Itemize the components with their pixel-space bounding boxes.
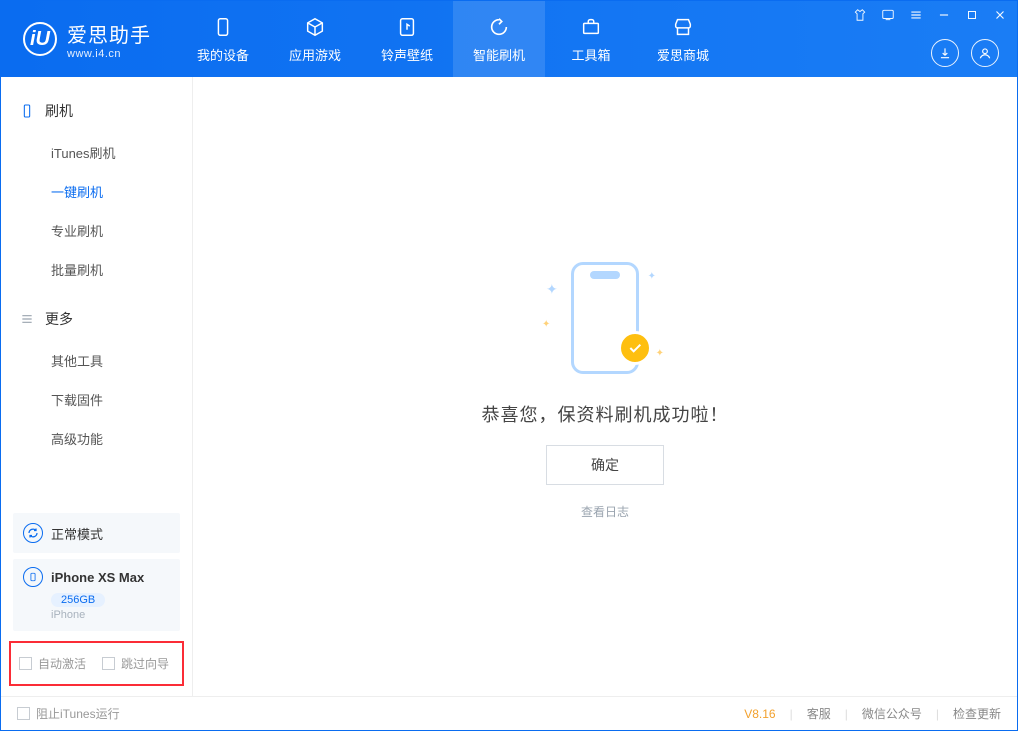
highlighted-options-area: 自动激活 跳过向导 <box>9 641 184 686</box>
checkbox-icon <box>19 657 32 670</box>
device-info-box[interactable]: iPhone XS Max 256GB iPhone <box>13 559 180 631</box>
checkbox-label: 阻止iTunes运行 <box>36 705 120 722</box>
checkbox-icon <box>17 707 30 720</box>
divider: | <box>936 707 939 721</box>
divider: | <box>790 707 793 721</box>
footer: 阻止iTunes运行 V8.16 | 客服 | 微信公众号 | 检查更新 <box>1 696 1017 730</box>
phone-icon <box>211 15 235 39</box>
close-icon[interactable] <box>991 6 1009 24</box>
version-label: V8.16 <box>744 707 775 721</box>
nav-label: 应用游戏 <box>289 45 341 64</box>
device-area: 正常模式 iPhone XS Max 256GB iPhone 自动激活 <box>1 507 192 696</box>
nav-label: 智能刷机 <box>473 45 525 64</box>
success-message: 恭喜您，保资料刷机成功啦！ <box>482 401 729 427</box>
nav-my-device[interactable]: 我的设备 <box>177 1 269 77</box>
header-right-buttons <box>931 39 999 67</box>
music-file-icon <box>395 15 419 39</box>
shirt-icon[interactable] <box>851 6 869 24</box>
app-subtitle: www.i4.cn <box>67 48 151 60</box>
menu-icon[interactable] <box>907 6 925 24</box>
sidebar-item-download-firmware[interactable]: 下载固件 <box>1 380 192 419</box>
nav-label: 铃声壁纸 <box>381 45 433 64</box>
logo-area: iU 爱思助手 www.i4.cn <box>1 19 169 60</box>
device-capacity-badge: 256GB <box>51 593 105 607</box>
sidebar-group-flash: 刷机 <box>1 93 192 129</box>
top-nav: 我的设备 应用游戏 铃声壁纸 智能刷机 工具箱 爱思商城 <box>177 1 729 77</box>
check-update-link[interactable]: 检查更新 <box>953 705 1001 722</box>
nav-toolbox[interactable]: 工具箱 <box>545 1 637 77</box>
sparkle-icon: ✦ <box>648 271 656 282</box>
wechat-link[interactable]: 微信公众号 <box>862 705 922 722</box>
sidebar-group-more: 更多 <box>1 301 192 337</box>
sync-icon <box>487 15 511 39</box>
sidebar-item-other-tools[interactable]: 其他工具 <box>1 341 192 380</box>
sidebar-item-oneclick-flash[interactable]: 一键刷机 <box>1 172 192 211</box>
group-title: 刷机 <box>45 101 73 121</box>
sync-status-icon <box>23 523 43 543</box>
checkbox-label: 自动激活 <box>38 655 86 672</box>
check-badge-icon <box>618 331 652 365</box>
nav-label: 爱思商城 <box>657 45 709 64</box>
logo-icon: iU <box>23 22 57 56</box>
sparkle-icon: ✦ <box>656 348 664 359</box>
device-name: iPhone XS Max <box>51 570 144 585</box>
app-title: 爱思助手 <box>67 19 151 48</box>
sidebar-item-advanced[interactable]: 高级功能 <box>1 419 192 458</box>
body: 刷机 iTunes刷机 一键刷机 专业刷机 批量刷机 更多 其他工具 下载固件 … <box>1 77 1017 696</box>
sidebar: 刷机 iTunes刷机 一键刷机 专业刷机 批量刷机 更多 其他工具 下载固件 … <box>1 77 193 696</box>
sidebar-item-itunes-flash[interactable]: iTunes刷机 <box>1 133 192 172</box>
ok-button[interactable]: 确定 <box>546 445 664 485</box>
logo-text: 爱思助手 www.i4.cn <box>67 19 151 60</box>
device-icon <box>19 103 35 119</box>
header: iU 爱思助手 www.i4.cn 我的设备 应用游戏 铃声壁纸 智能刷机 <box>1 1 1017 77</box>
nav-apps-games[interactable]: 应用游戏 <box>269 1 361 77</box>
support-link[interactable]: 客服 <box>807 705 831 722</box>
normal-mode-box[interactable]: 正常模式 <box>13 513 180 553</box>
app-window: iU 爱思助手 www.i4.cn 我的设备 应用游戏 铃声壁纸 智能刷机 <box>0 0 1018 731</box>
divider: | <box>845 707 848 721</box>
minimize-icon[interactable] <box>935 6 953 24</box>
nav-label: 工具箱 <box>571 45 610 64</box>
maximize-icon[interactable] <box>963 6 981 24</box>
sidebar-scroll: 刷机 iTunes刷机 一键刷机 专业刷机 批量刷机 更多 其他工具 下载固件 … <box>1 77 192 507</box>
list-icon <box>19 311 35 327</box>
auto-activate-checkbox[interactable]: 自动激活 <box>19 655 86 672</box>
nav-smart-flash[interactable]: 智能刷机 <box>453 1 545 77</box>
success-illustration: ✦ ✦ ✦ ✦ <box>540 253 670 383</box>
download-button[interactable] <box>931 39 959 67</box>
more-menu: 其他工具 下载固件 高级功能 <box>1 337 192 470</box>
main-content: ✦ ✦ ✦ ✦ 恭喜您，保资料刷机成功啦！ 确定 查看日志 <box>193 77 1017 696</box>
sparkle-icon: ✦ <box>546 281 558 298</box>
device-type: iPhone <box>51 609 170 621</box>
block-itunes-checkbox[interactable]: 阻止iTunes运行 <box>17 705 120 722</box>
checkbox-label: 跳过向导 <box>121 655 169 672</box>
cube-icon <box>303 15 327 39</box>
title-bar-controls <box>851 6 1009 24</box>
sidebar-item-batch-flash[interactable]: 批量刷机 <box>1 250 192 289</box>
nav-store[interactable]: 爱思商城 <box>637 1 729 77</box>
sidebar-item-pro-flash[interactable]: 专业刷机 <box>1 211 192 250</box>
nav-ringtone-wallpaper[interactable]: 铃声壁纸 <box>361 1 453 77</box>
user-button[interactable] <box>971 39 999 67</box>
briefcase-icon <box>579 15 603 39</box>
storefront-icon <box>671 15 695 39</box>
skip-guide-checkbox[interactable]: 跳过向导 <box>102 655 169 672</box>
nav-label: 我的设备 <box>197 45 249 64</box>
footer-right: V8.16 | 客服 | 微信公众号 | 检查更新 <box>744 705 1001 722</box>
view-log-link[interactable]: 查看日志 <box>581 503 629 520</box>
connected-phone-icon <box>23 567 43 587</box>
feedback-icon[interactable] <box>879 6 897 24</box>
flash-menu: iTunes刷机 一键刷机 专业刷机 批量刷机 <box>1 129 192 301</box>
sparkle-icon: ✦ <box>542 319 550 330</box>
normal-mode-label: 正常模式 <box>51 524 103 543</box>
group-title: 更多 <box>45 309 73 329</box>
checkbox-icon <box>102 657 115 670</box>
